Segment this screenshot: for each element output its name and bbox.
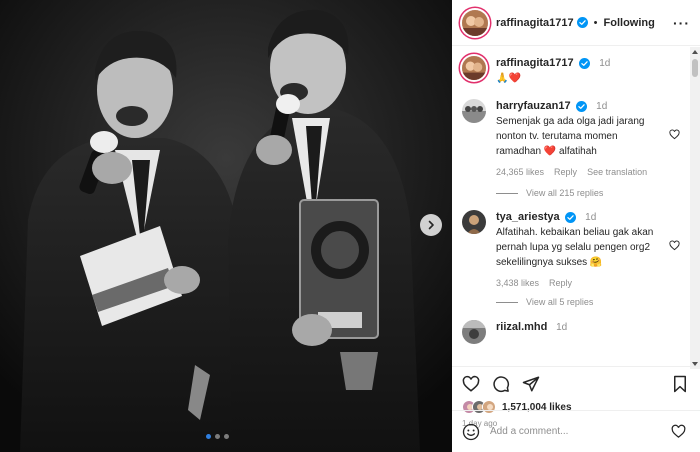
share-icon [522,376,540,392]
chevron-right-icon [428,220,434,230]
add-comment-bar [452,410,700,452]
scroll-up-arrow-icon[interactable] [692,50,698,54]
comment-time[interactable]: 1d [585,212,596,223]
comment-text: Alfatihah. kebaikan beliau gak akan pern… [496,227,654,268]
post-photo[interactable] [0,0,452,452]
view-replies-button[interactable]: View all 5 replies [496,297,593,307]
comment-icon [493,376,510,393]
caption-row: raffinagita1717 1d 🙏❤️ [462,56,690,86]
comment-likes[interactable]: 24,365 likes [496,165,544,180]
comment-row: riizal.mhd 1d [462,320,690,344]
carousel-indicator [206,434,229,439]
like-button[interactable] [462,375,480,393]
like-comment-heart-icon[interactable] [669,127,680,145]
more-options-button[interactable]: ··· [673,15,690,31]
verified-badge-icon [579,57,591,69]
like-comment-heart-icon[interactable] [669,238,680,256]
author-username[interactable]: raffinagita1717 [496,17,574,29]
save-button[interactable] [672,375,688,393]
caption-username[interactable]: raffinagita1717 [496,57,574,69]
verified-badge-icon [576,17,588,28]
scrollbar-thumb[interactable] [692,59,698,77]
next-slide-button[interactable] [420,214,442,236]
comments-list[interactable]: raffinagita1717 1d 🙏❤️ harryfauzan17 1d … [452,47,690,366]
view-replies-label: View all 215 replies [526,188,604,198]
emoji-button[interactable] [462,423,480,441]
emoji-icon [462,423,480,440]
comments-scrollbar[interactable] [690,47,700,369]
comment-meta: 3,438 likes Reply [496,276,690,291]
header-separator: • [593,16,598,29]
action-icons [462,373,690,395]
author-avatar[interactable] [462,56,486,80]
heart-icon [671,424,686,438]
verified-badge-icon [576,100,588,112]
comment-meta: 24,365 likes Reply See translation [496,165,690,180]
author-avatar[interactable] [462,9,488,36]
view-replies-button[interactable]: View all 215 replies [496,188,603,198]
share-button[interactable] [522,375,540,393]
caption-text: 🙏❤️ [496,73,521,84]
carousel-dot [224,434,229,439]
photo-image [0,0,452,452]
carousel-dot [215,434,220,439]
comment-time[interactable]: 1d [556,322,567,333]
save-icon [674,375,686,393]
view-replies-label: View all 5 replies [526,297,594,307]
comment-username[interactable]: riizal.mhd [496,321,547,333]
reply-button[interactable]: Reply [549,276,572,291]
reply-button[interactable]: Reply [554,165,577,180]
verified-badge-icon [565,211,577,223]
comment-likes[interactable]: 3,438 likes [496,276,539,291]
comment-username[interactable]: tya_ariestya [496,211,560,223]
comment-row: tya_ariestya 1d Alfatihah. kebaikan beli… [462,210,690,291]
post-details-panel: raffinagita1717 • Following ··· raffinag… [452,0,700,452]
comment-row: harryfauzan17 1d Semenjak ga ada olga ja… [462,99,690,180]
carousel-dot-active [206,434,211,439]
comment-text: Semenjak ga ada olga jadi jarang nonton … [496,116,645,157]
commenter-avatar[interactable] [462,99,486,123]
caption-time[interactable]: 1d [599,58,610,69]
comment-time[interactable]: 1d [596,101,607,112]
see-translation-button[interactable]: See translation [587,165,647,180]
commenter-avatar[interactable] [462,210,486,234]
commenter-avatar[interactable] [462,320,486,344]
comment-input[interactable] [490,426,671,437]
post-header: raffinagita1717 • Following ··· [452,0,700,46]
heart-icon [462,375,480,392]
replies-divider [496,192,518,194]
comment-username[interactable]: harryfauzan17 [496,100,571,112]
comment-button[interactable] [492,375,510,393]
quick-heart-button[interactable] [671,424,686,439]
following-button[interactable]: Following [604,17,655,29]
replies-divider [496,301,518,303]
